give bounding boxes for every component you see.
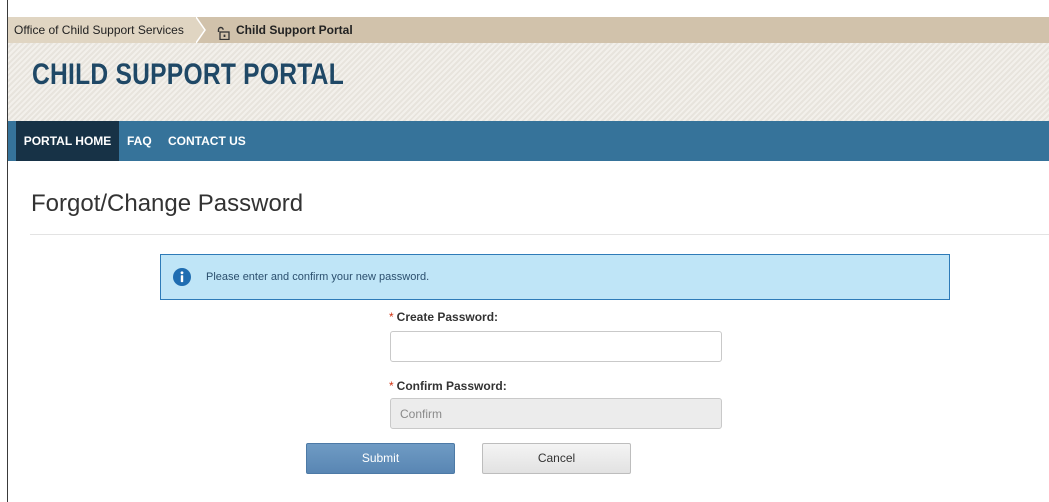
lock-icon [216, 23, 230, 41]
site-title[interactable]: CHILD SUPPORT PORTAL [32, 58, 344, 92]
info-message: Please enter and confirm your new passwo… [206, 271, 430, 283]
required-marker: * [389, 310, 394, 324]
create-password-label-text: Create Password: [396, 310, 499, 324]
nav-item-faq[interactable]: FAQ [127, 121, 152, 161]
cancel-button[interactable]: Cancel [482, 443, 631, 474]
confirm-password-label: * Confirm Password: [389, 379, 507, 393]
page-title: Forgot/Change Password [31, 190, 304, 217]
nav-item-portal-home[interactable]: PORTAL HOME [16, 121, 119, 161]
breadcrumb-parent-link[interactable]: Office of Child Support Services [8, 17, 205, 43]
breadcrumb-separator-icon [196, 17, 206, 43]
title-divider [30, 234, 1049, 235]
submit-button[interactable]: Submit [306, 443, 455, 474]
site-header: CHILD SUPPORT PORTAL [8, 43, 1049, 121]
required-marker: * [389, 379, 394, 393]
window-left-border [0, 0, 8, 502]
info-banner: Please enter and confirm your new passwo… [160, 254, 950, 300]
nav-item-contact-us[interactable]: CONTACT US [168, 121, 246, 161]
breadcrumb-parent-label: Office of Child Support Services [14, 23, 184, 37]
confirm-password-field[interactable] [390, 398, 722, 429]
main-nav: PORTAL HOME FAQ CONTACT US [8, 121, 1049, 161]
window-top-margin [0, 0, 1049, 8]
confirm-password-label-text: Confirm Password: [396, 379, 507, 393]
info-icon [173, 268, 191, 286]
create-password-field[interactable] [390, 331, 722, 362]
create-password-label: * Create Password: [389, 310, 498, 324]
breadcrumb-current-label: Child Support Portal [236, 23, 353, 37]
breadcrumb: Office of Child Support Services Child S… [8, 17, 1049, 43]
breadcrumb-current: Child Support Portal [216, 17, 353, 43]
